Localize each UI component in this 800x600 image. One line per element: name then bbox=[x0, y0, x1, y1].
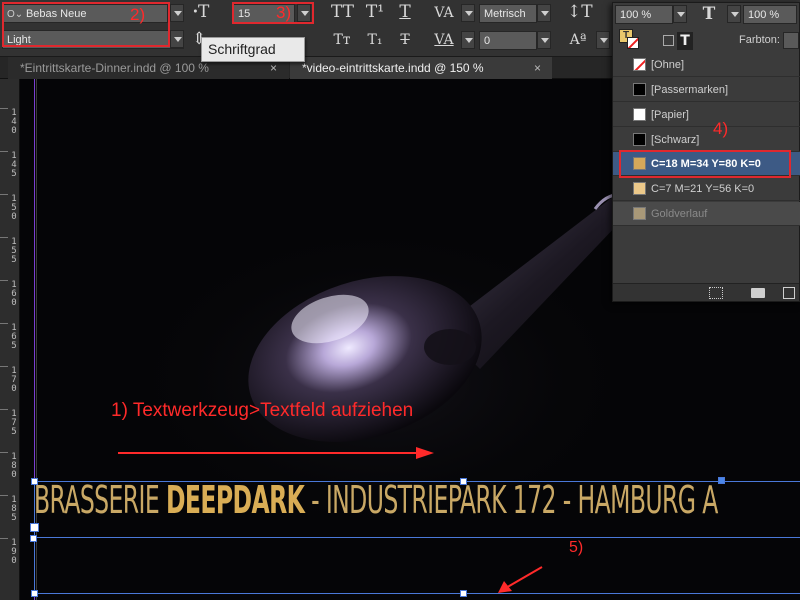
swatch-row-light-gold[interactable]: C=7 M=21 Y=56 K=0 bbox=[613, 177, 800, 201]
horizontal-scale-field[interactable]: 100 % bbox=[743, 5, 797, 24]
ruler-mark: 1 8 0 bbox=[11, 452, 17, 480]
ruler-mark: 1 5 0 bbox=[11, 194, 17, 222]
ruler-mark: 1 6 0 bbox=[11, 280, 17, 308]
tracking-icon: VA bbox=[434, 32, 454, 48]
frame-handle[interactable] bbox=[30, 535, 37, 542]
swatches-panel: 100 % T 100 % T T Farbton: [Ohne] [Passe… bbox=[612, 2, 800, 302]
ruler-tick bbox=[0, 237, 8, 238]
kerning-stepper[interactable] bbox=[461, 4, 475, 22]
swatch-row-none[interactable]: [Ohne] bbox=[613, 53, 800, 77]
tint-label: Farbton: bbox=[739, 34, 780, 46]
underline-icon[interactable]: T bbox=[396, 3, 414, 21]
tooltip: Schriftgrad bbox=[201, 37, 305, 62]
kerning-icon: VA bbox=[434, 5, 454, 21]
ruler-tick bbox=[0, 280, 8, 281]
annotation-2: 2) bbox=[130, 5, 146, 24]
ruler-mark: 1 6 5 bbox=[11, 323, 17, 351]
format-text-icon[interactable]: T bbox=[677, 32, 693, 50]
annotation-1: 1) Textwerkzeug>Textfeld aufziehen bbox=[111, 400, 414, 421]
stroke-none-icon[interactable] bbox=[627, 37, 639, 49]
swatch-view-icon[interactable] bbox=[709, 287, 723, 299]
pointer-arrow-icon bbox=[498, 566, 543, 593]
frame-handle[interactable] bbox=[31, 590, 38, 597]
vertical-scale-field[interactable]: 100 % bbox=[615, 5, 673, 24]
font-style-dropdown[interactable] bbox=[170, 30, 184, 48]
frame-handle[interactable] bbox=[718, 477, 725, 484]
frame-handle[interactable] bbox=[31, 478, 38, 485]
baseline-shift-icon: Aª bbox=[569, 32, 587, 48]
swatch-row-registration[interactable]: [Passermarken] bbox=[613, 78, 800, 102]
swatch-chip bbox=[633, 108, 646, 121]
ruler-tick bbox=[0, 538, 8, 539]
font-search-icon: O⌄ bbox=[7, 9, 26, 20]
annotation-3: 3) bbox=[276, 3, 292, 22]
baseline-stepper[interactable] bbox=[596, 31, 610, 49]
ruler-mark: 1 9 0 bbox=[11, 538, 17, 566]
ruler-mark: 1 8 5 bbox=[11, 495, 17, 523]
tab-video-eintrittskarte[interactable]: *video-eintrittskarte.indd @ 150 % × bbox=[290, 57, 552, 79]
small-caps-icon[interactable]: Tт bbox=[331, 31, 353, 49]
font-size-dropdown[interactable] bbox=[297, 4, 311, 22]
annotation-4: 4) bbox=[713, 119, 729, 138]
tracking-dropdown[interactable] bbox=[537, 31, 551, 49]
ruler-tick bbox=[0, 151, 8, 152]
frame-handle[interactable] bbox=[30, 523, 39, 532]
frame-handle[interactable] bbox=[460, 478, 467, 485]
swatch-chip bbox=[633, 182, 646, 195]
ruler-mark: 1 4 5 bbox=[11, 151, 17, 179]
horizontal-scale-icon: T bbox=[702, 4, 716, 24]
none-swatch-chip bbox=[633, 58, 646, 71]
all-caps-icon[interactable]: TT bbox=[331, 3, 354, 21]
new-swatch-icon[interactable] bbox=[783, 287, 795, 299]
font-size-icon: ꞏT bbox=[192, 2, 210, 22]
superscript-icon[interactable]: T¹ bbox=[364, 3, 386, 21]
swatch-chip bbox=[633, 83, 646, 96]
vertical-scale-dropdown[interactable] bbox=[673, 5, 687, 23]
vertical-ruler[interactable]: 1 4 0 1 4 5 1 5 0 1 5 5 1 6 0 1 6 5 1 7 … bbox=[0, 79, 20, 600]
headline-text[interactable]: BRASSERIE DEEPDARK - INDUSTRIEPARK 172 -… bbox=[34, 478, 718, 522]
swatch-row-black[interactable]: [Schwarz] bbox=[613, 128, 800, 152]
swatch-row-gradient[interactable]: Goldverlauf bbox=[613, 202, 800, 226]
swatch-chip bbox=[633, 157, 646, 170]
subscript-icon[interactable]: T₁ bbox=[364, 31, 386, 49]
ruler-mark: 1 7 0 bbox=[11, 366, 17, 394]
swatch-chip bbox=[633, 207, 646, 220]
ruler-tick bbox=[0, 108, 8, 109]
tracking-field[interactable]: 0 bbox=[479, 31, 537, 50]
frame-handle[interactable] bbox=[460, 590, 467, 597]
kerning-field[interactable]: Metrisch bbox=[479, 4, 537, 23]
ruler-tick bbox=[0, 194, 8, 195]
tracking-stepper[interactable] bbox=[461, 31, 475, 49]
strikethrough-icon[interactable]: T bbox=[396, 31, 414, 49]
swatch-chip bbox=[633, 133, 646, 146]
panel-footer bbox=[613, 283, 799, 301]
format-container-icon[interactable] bbox=[663, 35, 674, 46]
font-style-field[interactable]: Light bbox=[2, 30, 184, 49]
ruler-mark: 1 7 5 bbox=[11, 409, 17, 437]
ruler-mark: 1 4 0 bbox=[11, 108, 17, 136]
close-icon[interactable]: × bbox=[534, 57, 541, 79]
swatch-row-paper[interactable]: [Papier] bbox=[613, 103, 800, 127]
horizontal-scale-stepper[interactable] bbox=[727, 5, 741, 23]
ruler-tick bbox=[0, 323, 8, 324]
folder-icon[interactable] bbox=[751, 288, 765, 298]
drag-arrow-icon bbox=[118, 447, 434, 459]
ruler-mark: 1 5 5 bbox=[11, 237, 17, 265]
text-frame-baseline bbox=[34, 537, 800, 538]
tint-field[interactable] bbox=[783, 32, 799, 49]
ruler-tick bbox=[0, 495, 8, 496]
vertical-scale-icon: ↕T bbox=[567, 2, 593, 22]
swatch-row-gold[interactable]: C=18 M=34 Y=80 K=0 bbox=[613, 152, 800, 176]
ruler-tick bbox=[0, 409, 8, 410]
ruler-tick bbox=[0, 452, 8, 453]
annotation-5: 5) bbox=[569, 539, 584, 556]
font-family-dropdown[interactable] bbox=[170, 4, 184, 22]
ruler-tick bbox=[0, 366, 8, 367]
kerning-dropdown[interactable] bbox=[537, 4, 551, 22]
